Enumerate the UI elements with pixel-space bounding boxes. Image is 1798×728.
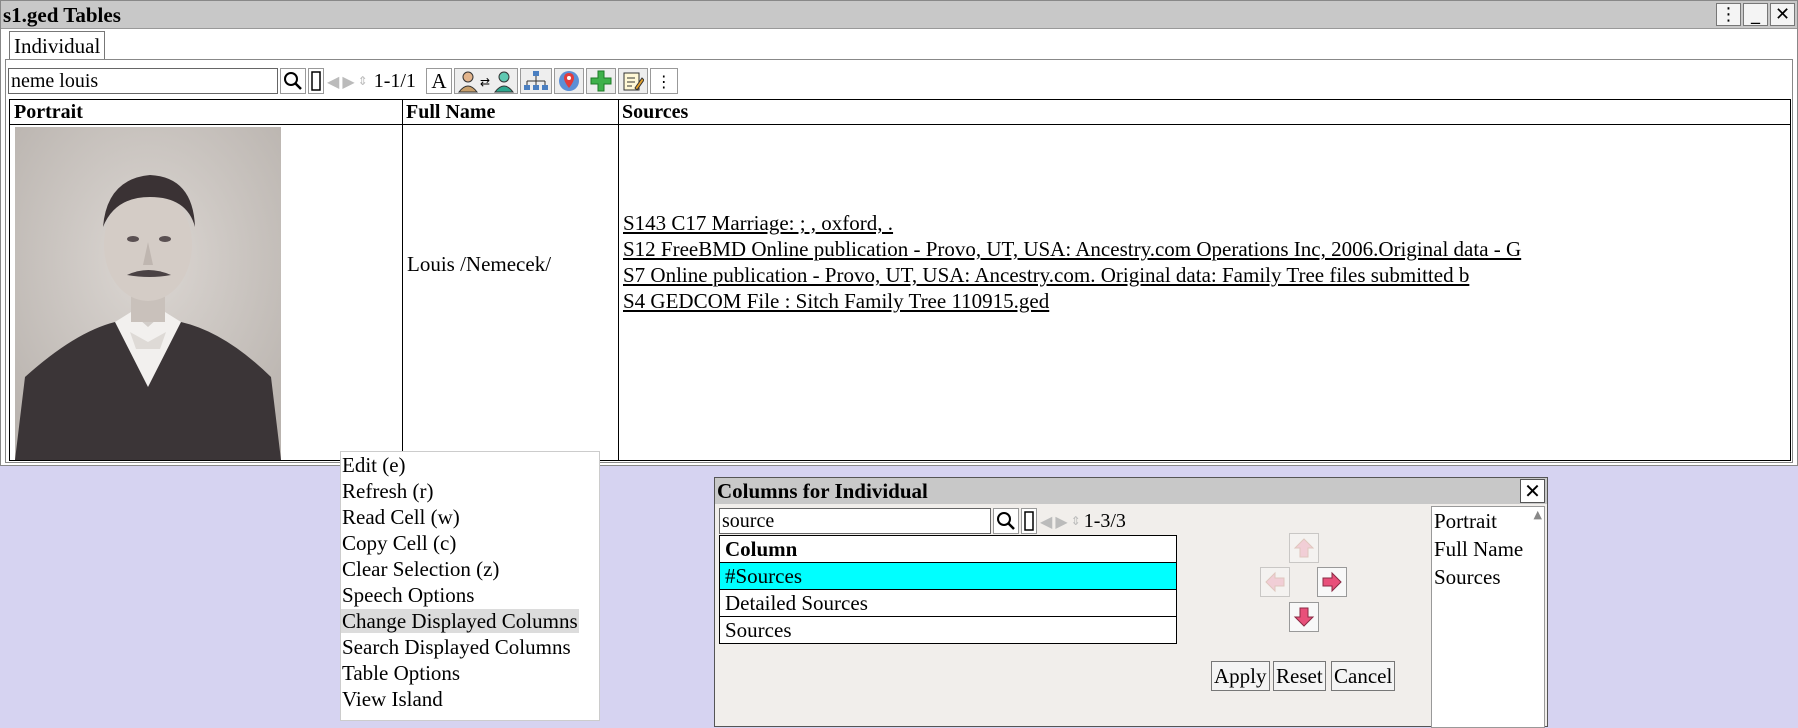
window-controls: ⋮ _ ✕	[1716, 3, 1795, 26]
tables-window: s1.ged Tables ⋮ _ ✕ Individual ◀ ▶ ⇕ 1-1…	[0, 0, 1798, 466]
individual-panel: ◀ ▶ ⇕ 1-1/1 A ⇄	[5, 59, 1793, 463]
header-sources[interactable]: Sources	[618, 100, 1790, 125]
full-name-column	[402, 100, 619, 460]
close-icon: ✕	[1524, 479, 1541, 503]
swap-person-button[interactable]: ⇄	[453, 68, 518, 94]
source-link[interactable]: S143 C17 Marriage: ; , oxford, .	[623, 210, 1521, 236]
search-icon	[997, 512, 1015, 530]
dialog-search-bar: ◀ ▶ ⇕ 1-3/3	[719, 508, 1134, 534]
edit-notes-icon	[623, 72, 644, 91]
more-button[interactable]: ⋮	[649, 68, 678, 94]
menu-item-edit[interactable]: Edit (e)	[341, 452, 599, 478]
map-pin-icon	[558, 71, 579, 91]
available-columns-list: Column #Sources Detailed Sources Sources	[719, 535, 1177, 644]
menu-item-clear-selection[interactable]: Clear Selection (z)	[341, 556, 599, 582]
move-left-button[interactable]	[1260, 567, 1290, 597]
move-down-button[interactable]	[1289, 602, 1319, 632]
reset-button[interactable]: Reset	[1273, 661, 1326, 691]
window-menu-button[interactable]: ⋮	[1716, 3, 1741, 26]
result-count: 1-1/1	[373, 69, 416, 92]
dialog-title: Columns for Individual	[715, 478, 1547, 504]
move-up-button[interactable]	[1289, 533, 1319, 563]
scroll-up-icon[interactable]: ▲	[1534, 509, 1542, 521]
list-item[interactable]: Full Name	[1434, 535, 1544, 563]
more-icon: ⋮	[655, 71, 672, 91]
marker-icon	[1024, 511, 1034, 531]
list-item[interactable]: Sources	[1434, 563, 1544, 591]
portrait-image	[15, 127, 281, 460]
add-button[interactable]	[585, 68, 616, 94]
source-link[interactable]: S12 FreeBMD Online publication - Provo, …	[623, 236, 1521, 262]
menu-item-table-options[interactable]: Table Options	[341, 660, 599, 686]
menu-item-view-island[interactable]: View Island	[341, 686, 599, 712]
toolbar: ◀ ▶ ⇕ 1-1/1 A ⇄	[8, 67, 678, 95]
list-item[interactable]: Sources	[720, 617, 1176, 644]
menu-item-read-cell[interactable]: Read Cell (w)	[341, 504, 599, 530]
column-result-count: 1-3/3	[1083, 509, 1126, 532]
tree-icon	[523, 71, 548, 90]
data-table: Portrait Full Name Sources Louis /Nemece…	[9, 99, 1791, 461]
page-stepper-icon[interactable]: ⇕	[1071, 514, 1081, 528]
menu-item-copy-cell[interactable]: Copy Cell (c)	[341, 530, 599, 556]
move-right-button[interactable]	[1317, 567, 1347, 597]
font-button[interactable]: A	[425, 68, 452, 94]
marker-button[interactable]	[1021, 508, 1037, 534]
prev-icon[interactable]: ◀	[327, 72, 339, 91]
cancel-button[interactable]: Cancel	[1331, 661, 1396, 691]
minimize-button[interactable]: _	[1743, 3, 1768, 26]
tab-individual[interactable]: Individual	[9, 31, 106, 59]
arrow-down-icon	[1293, 607, 1315, 627]
arrow-right-icon	[1322, 571, 1342, 593]
map-button[interactable]	[553, 68, 584, 94]
menu-item-speech-options[interactable]: Speech Options	[341, 582, 599, 608]
apply-button[interactable]: Apply	[1211, 661, 1270, 691]
columns-dialog: Columns for Individual ✕ ◀ ▶ ⇕ 1-3/3 Col…	[714, 477, 1548, 728]
marker-button[interactable]	[308, 68, 324, 94]
menu-item-change-displayed-columns[interactable]: Change Displayed Columns	[341, 608, 599, 634]
header-portrait[interactable]: Portrait	[10, 100, 402, 125]
tree-button[interactable]	[519, 68, 552, 94]
sources-cell: S143 C17 Marriage: ; , oxford, . S12 Fre…	[623, 210, 1521, 314]
marker-icon	[311, 71, 321, 91]
column-list-header: Column	[720, 536, 1176, 563]
menu-item-search-displayed-columns[interactable]: Search Displayed Columns	[341, 634, 599, 660]
full-name-cell[interactable]: Louis /Nemecek/	[407, 252, 551, 277]
prev-icon[interactable]: ◀	[1040, 512, 1052, 531]
displayed-columns-list: Portrait Full Name Sources ▲	[1431, 506, 1545, 728]
list-item[interactable]: Portrait	[1434, 507, 1544, 535]
title-bar: s1.ged Tables ⋮ _ ✕	[1, 1, 1797, 29]
search-input[interactable]	[8, 68, 278, 94]
add-icon	[590, 70, 612, 92]
search-button[interactable]	[280, 68, 306, 94]
svg-text:⇄: ⇄	[480, 75, 490, 89]
source-link[interactable]: S4 GEDCOM File : Sitch Family Tree 11091…	[623, 288, 1521, 314]
list-item[interactable]: #Sources	[720, 563, 1176, 590]
tab-bar: Individual	[9, 31, 106, 59]
next-icon[interactable]: ▶	[342, 72, 354, 91]
swap-person-icon: ⇄	[457, 71, 514, 93]
context-menu: Edit (e) Refresh (r) Read Cell (w) Copy …	[340, 451, 600, 721]
close-button[interactable]: ✕	[1770, 3, 1795, 26]
menu-item-refresh[interactable]: Refresh (r)	[341, 478, 599, 504]
search-icon	[284, 72, 302, 90]
window-title: s1.ged Tables	[3, 3, 121, 27]
column-search-button[interactable]	[993, 508, 1019, 534]
arrow-up-icon	[1293, 538, 1315, 558]
header-full-name[interactable]: Full Name	[402, 100, 618, 125]
dialog-close-button[interactable]: ✕	[1520, 479, 1545, 503]
column-search-input[interactable]	[719, 508, 991, 534]
page-stepper-icon[interactable]: ⇕	[358, 74, 368, 88]
arrow-left-icon	[1265, 571, 1285, 593]
list-item[interactable]: Detailed Sources	[720, 590, 1176, 617]
source-link[interactable]: S7 Online publication - Provo, UT, USA: …	[623, 262, 1521, 288]
next-icon[interactable]: ▶	[1055, 512, 1067, 531]
edit-notes-button[interactable]	[617, 68, 648, 94]
